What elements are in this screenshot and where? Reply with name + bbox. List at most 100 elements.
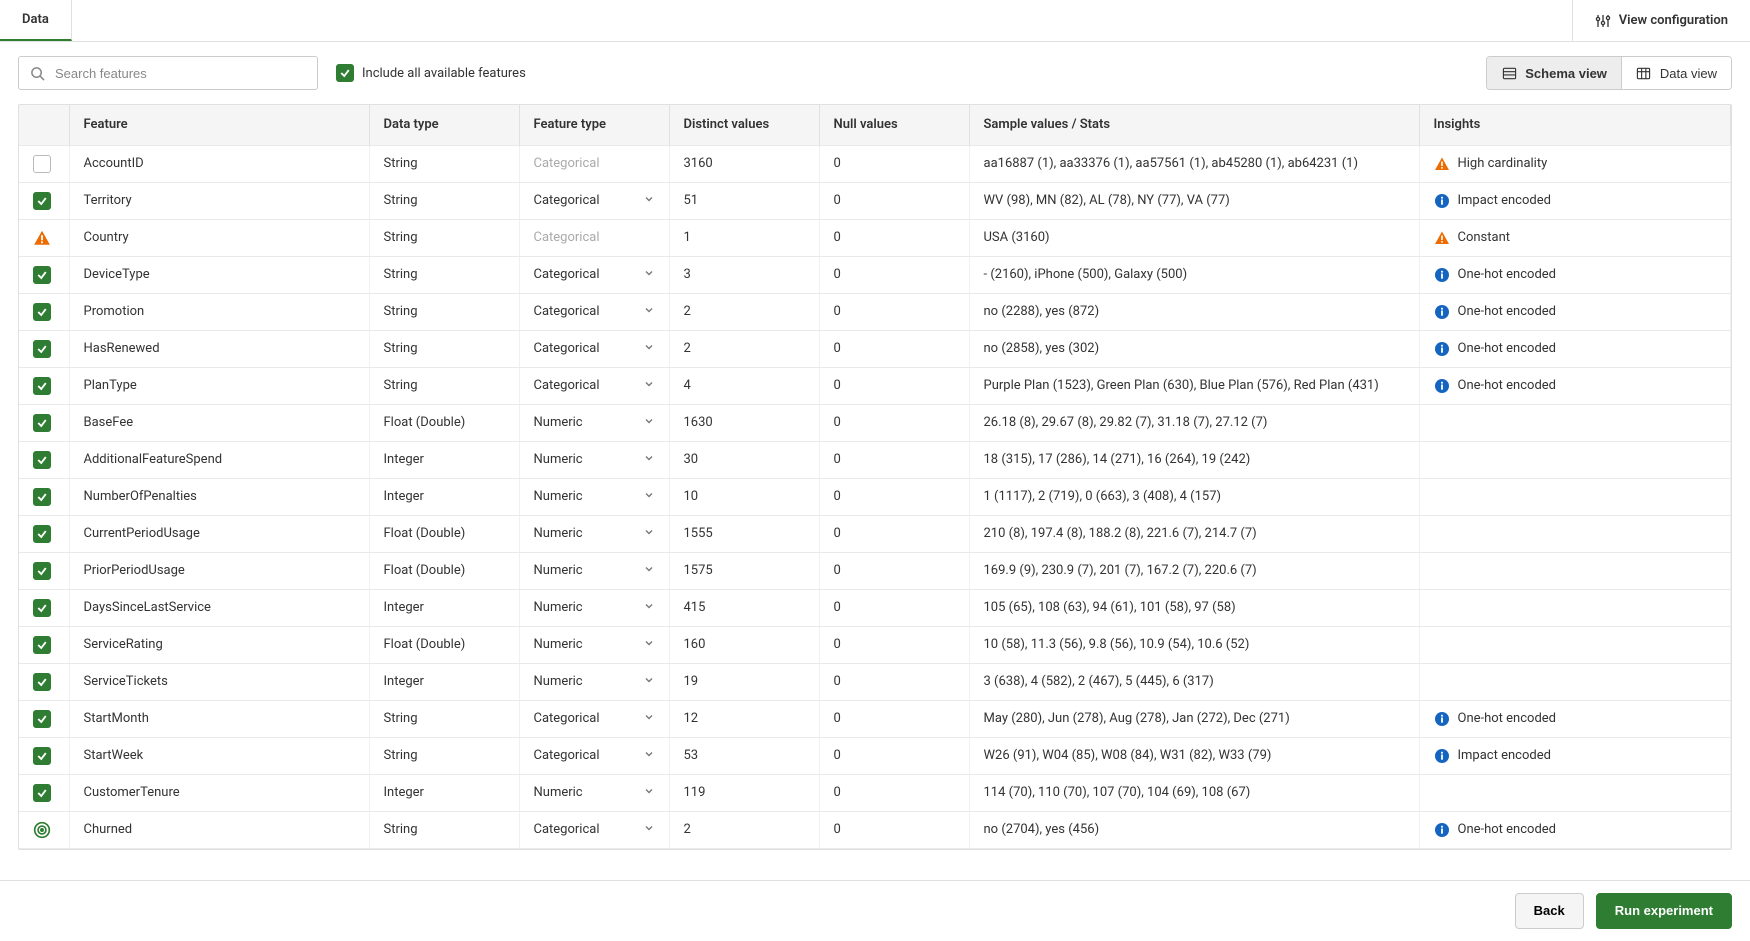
cell-feature-type[interactable]: Numeric xyxy=(519,774,669,811)
cell-distinct: 2 xyxy=(669,811,819,848)
cell-feature: StartMonth xyxy=(69,700,369,737)
feature-type: Categorical xyxy=(534,267,600,282)
th-data-type[interactable]: Data type xyxy=(369,105,519,145)
search-features-wrap[interactable] xyxy=(18,56,318,90)
row-checkbox[interactable] xyxy=(33,636,51,654)
cell-nulls: 0 xyxy=(819,219,969,256)
th-feature-type[interactable]: Feature type xyxy=(519,105,669,145)
tab-data[interactable]: Data xyxy=(0,0,72,41)
th-distinct[interactable]: Distinct values xyxy=(669,105,819,145)
row-checkbox[interactable] xyxy=(33,525,51,543)
chevron-down-icon[interactable] xyxy=(643,711,655,727)
cell-feature-type[interactable]: Numeric xyxy=(519,441,669,478)
toolbar: Include all available features Schema vi… xyxy=(0,42,1750,104)
cell-feature: DeviceType xyxy=(69,256,369,293)
row-checkbox[interactable] xyxy=(33,155,51,173)
cell-samples: 10 (58), 11.3 (56), 9.8 (56), 10.9 (54),… xyxy=(969,626,1419,663)
chevron-down-icon[interactable] xyxy=(643,526,655,542)
row-checkbox[interactable] xyxy=(33,192,51,210)
feature-type: Numeric xyxy=(534,674,583,689)
run-experiment-button[interactable]: Run experiment xyxy=(1596,893,1732,929)
cell-feature-type[interactable]: Numeric xyxy=(519,626,669,663)
include-all-toggle[interactable]: Include all available features xyxy=(336,64,526,82)
row-checkbox[interactable] xyxy=(33,266,51,284)
th-samples[interactable]: Sample values / Stats xyxy=(969,105,1419,145)
cell-feature-type[interactable]: Categorical xyxy=(519,367,669,404)
feature-type: Categorical xyxy=(534,156,600,171)
cell-samples: W26 (91), W04 (85), W08 (84), W31 (82), … xyxy=(969,737,1419,774)
chevron-down-icon[interactable] xyxy=(643,378,655,394)
cell-select xyxy=(19,774,69,811)
cell-feature-type[interactable]: Categorical xyxy=(519,811,669,848)
row-checkbox[interactable] xyxy=(33,340,51,358)
distinct-value: 119 xyxy=(684,785,706,800)
view-configuration-button[interactable]: View configuration xyxy=(1572,0,1750,41)
cell-feature-type[interactable]: Categorical xyxy=(519,700,669,737)
cell-feature-type[interactable]: Numeric xyxy=(519,404,669,441)
chevron-down-icon[interactable] xyxy=(643,748,655,764)
chevron-down-icon[interactable] xyxy=(643,674,655,690)
cell-data-type: String xyxy=(369,219,519,256)
feature-type: Numeric xyxy=(534,415,583,430)
cell-insights: One-hot encoded xyxy=(1419,367,1731,404)
row-checkbox[interactable] xyxy=(33,562,51,580)
chevron-down-icon[interactable] xyxy=(643,341,655,357)
th-insights[interactable]: Insights xyxy=(1419,105,1731,145)
cell-feature: AdditionalFeatureSpend xyxy=(69,441,369,478)
chevron-down-icon[interactable] xyxy=(643,563,655,579)
back-button[interactable]: Back xyxy=(1515,893,1584,929)
cell-feature-type[interactable]: Numeric xyxy=(519,515,669,552)
th-nulls[interactable]: Null values xyxy=(819,105,969,145)
chevron-down-icon[interactable] xyxy=(643,267,655,283)
chevron-down-icon[interactable] xyxy=(643,822,655,838)
data-view-button[interactable]: Data view xyxy=(1621,57,1731,89)
cell-nulls: 0 xyxy=(819,774,969,811)
chevron-down-icon[interactable] xyxy=(643,415,655,431)
cell-select xyxy=(19,219,69,256)
chevron-down-icon[interactable] xyxy=(643,600,655,616)
row-checkbox[interactable] xyxy=(33,451,51,469)
insight: High cardinality xyxy=(1434,156,1717,172)
row-checkbox[interactable] xyxy=(33,414,51,432)
row-checkbox[interactable] xyxy=(33,710,51,728)
row-checkbox[interactable] xyxy=(33,673,51,691)
feature-name: StartWeek xyxy=(84,748,144,763)
chevron-down-icon[interactable] xyxy=(643,193,655,209)
row-checkbox[interactable] xyxy=(33,303,51,321)
cell-feature-type[interactable]: Categorical xyxy=(519,256,669,293)
schema-view-button[interactable]: Schema view xyxy=(1487,57,1621,89)
cell-feature-type[interactable]: Numeric xyxy=(519,552,669,589)
cell-insights xyxy=(1419,478,1731,515)
cell-feature: Country xyxy=(69,219,369,256)
cell-distinct: 1 xyxy=(669,219,819,256)
data-type: String xyxy=(384,711,418,726)
chevron-down-icon[interactable] xyxy=(643,489,655,505)
data-type: Integer xyxy=(384,452,424,467)
row-checkbox[interactable] xyxy=(33,488,51,506)
cell-feature-type[interactable]: Numeric xyxy=(519,589,669,626)
cell-feature-type[interactable]: Categorical xyxy=(519,293,669,330)
cell-feature-type[interactable]: Numeric xyxy=(519,478,669,515)
cell-feature-type[interactable]: Categorical xyxy=(519,737,669,774)
cell-data-type: Integer xyxy=(369,663,519,700)
feature-name: PriorPeriodUsage xyxy=(84,563,185,578)
chevron-down-icon[interactable] xyxy=(643,785,655,801)
row-checkbox[interactable] xyxy=(33,599,51,617)
chevron-down-icon[interactable] xyxy=(643,452,655,468)
feature-name: StartMonth xyxy=(84,711,149,726)
chevron-down-icon[interactable] xyxy=(643,637,655,653)
row-checkbox[interactable] xyxy=(33,784,51,802)
search-input[interactable] xyxy=(53,65,307,82)
cell-feature-type[interactable]: Numeric xyxy=(519,663,669,700)
include-all-checkbox[interactable] xyxy=(336,64,354,82)
feature-name: AdditionalFeatureSpend xyxy=(84,452,223,467)
cell-data-type: String xyxy=(369,811,519,848)
th-feature[interactable]: Feature xyxy=(69,105,369,145)
row-checkbox[interactable] xyxy=(33,747,51,765)
cell-feature-type[interactable]: Categorical xyxy=(519,182,669,219)
cell-select xyxy=(19,293,69,330)
chevron-down-icon[interactable] xyxy=(643,304,655,320)
cell-feature-type[interactable]: Categorical xyxy=(519,330,669,367)
row-checkbox[interactable] xyxy=(33,377,51,395)
row-warning-icon xyxy=(33,229,51,247)
